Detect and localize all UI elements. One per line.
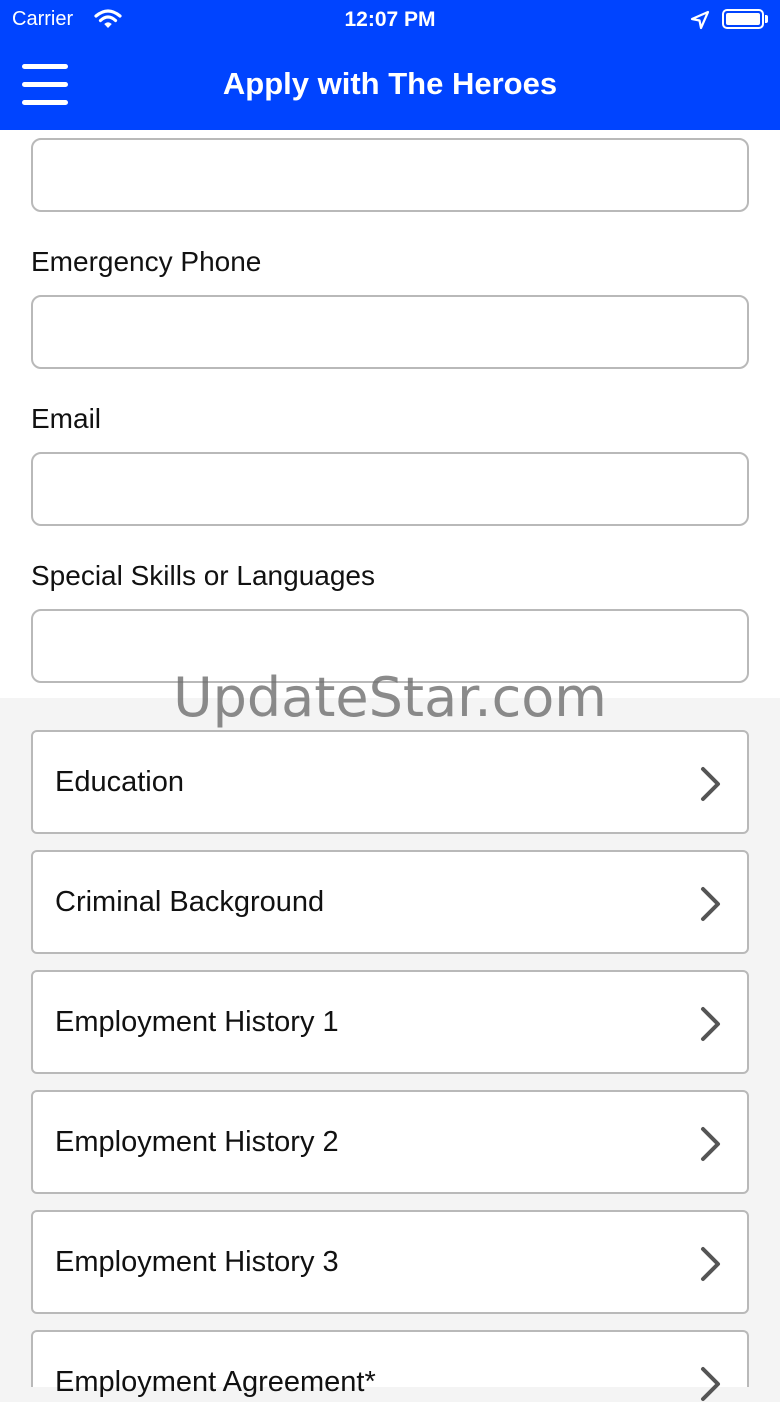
previous-field-input[interactable] — [31, 138, 749, 212]
section-employment-history-3[interactable]: Employment History 3 — [31, 1210, 749, 1314]
section-label: Criminal Background — [55, 886, 325, 918]
section-criminal-background[interactable]: Criminal Background — [31, 850, 749, 954]
page-title: Apply with The Heroes — [222, 66, 558, 101]
email-label: Email — [31, 403, 102, 434]
emergency-phone-input[interactable] — [31, 295, 749, 369]
section-employment-agreement[interactable]: Employment Agreement* — [31, 1330, 749, 1401]
battery-icon — [722, 9, 764, 29]
section-label: Education — [55, 766, 184, 798]
section-label: Employment History 2 — [55, 1126, 339, 1158]
application-form: Emergency Phone Email Special Skills or … — [0, 130, 780, 698]
status-bar: Carrier 12:07 PM — [0, 0, 780, 40]
chevron-right-icon — [701, 1007, 720, 1041]
section-label: Employment History 3 — [55, 1246, 339, 1278]
battery-nub — [765, 15, 768, 23]
section-employment-history-2[interactable]: Employment History 2 — [31, 1090, 749, 1194]
location-arrow-icon — [690, 10, 710, 35]
nav-bar: Apply with The Heroes — [0, 40, 780, 130]
chevron-right-icon — [701, 1367, 720, 1401]
special-skills-label: Special Skills or Languages — [31, 560, 375, 591]
email-input[interactable] — [31, 452, 749, 526]
clock: 12:07 PM — [344, 8, 436, 31]
chevron-right-icon — [701, 1127, 720, 1161]
section-label: Employment Agreement* — [55, 1366, 376, 1398]
section-label: Employment History 1 — [55, 1006, 339, 1038]
special-skills-input[interactable] — [31, 609, 749, 683]
chevron-right-icon — [701, 767, 720, 801]
chevron-right-icon — [701, 887, 720, 921]
section-employment-history-1[interactable]: Employment History 1 — [31, 970, 749, 1074]
chevron-right-icon — [701, 1247, 720, 1281]
emergency-phone-label: Emergency Phone — [31, 246, 262, 277]
section-education[interactable]: Education — [31, 730, 749, 834]
